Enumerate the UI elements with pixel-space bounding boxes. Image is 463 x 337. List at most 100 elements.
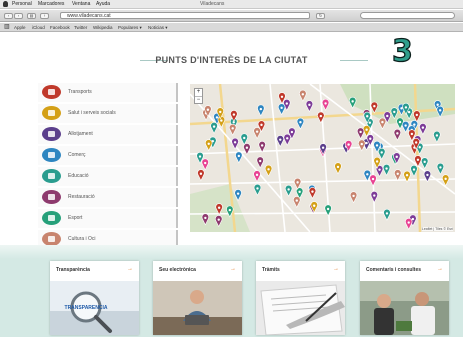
category-label: Restauració	[68, 194, 95, 200]
card-seu-electronica[interactable]: Seu electrònica →	[153, 261, 242, 335]
reload-button[interactable]: ↻	[316, 13, 325, 19]
category-esport[interactable]: Esport	[38, 209, 178, 228]
map-marker[interactable]	[229, 123, 237, 136]
map-marker[interactable]	[197, 169, 205, 182]
map-marker[interactable]	[441, 174, 450, 187]
arrow-right-icon: →	[230, 266, 236, 272]
map-marker[interactable]	[308, 187, 317, 200]
map-marker[interactable]	[257, 104, 265, 117]
card-tramits[interactable]: Tràmits →	[256, 261, 345, 335]
card-comentaris[interactable]: Comentaris i consultes →	[360, 261, 449, 335]
map-marker[interactable]	[284, 184, 293, 197]
map-marker[interactable]	[382, 164, 391, 177]
map-marker[interactable]	[235, 151, 243, 164]
bookmark-item[interactable]: Populares ▾	[118, 24, 142, 31]
card-image	[256, 281, 345, 335]
os-menubar: Personal Marcadores Ventana Ayuda Vilade…	[0, 0, 463, 9]
magnifier-illustration: TRANSPARENCIA	[50, 281, 139, 335]
map-marker[interactable]	[358, 139, 366, 152]
map-marker[interactable]	[253, 170, 261, 183]
apple-icon[interactable]	[3, 1, 8, 7]
map-canvas	[190, 84, 455, 232]
map-marker[interactable]	[378, 117, 387, 130]
card-title: Transparència	[56, 267, 90, 273]
map-marker[interactable]	[383, 208, 391, 221]
map-marker[interactable]	[276, 135, 284, 148]
map-marker[interactable]	[348, 96, 357, 109]
points-of-interest-map[interactable]: + − Leaflet | Tiles © Esri	[190, 84, 455, 232]
map-marker[interactable]	[205, 139, 213, 152]
map-marker[interactable]	[299, 89, 307, 102]
map-marker[interactable]	[433, 130, 441, 143]
card-image	[360, 281, 449, 335]
share-button[interactable]: ↑	[40, 13, 49, 19]
map-marker[interactable]	[370, 191, 378, 204]
office-meeting-illustration	[360, 281, 449, 335]
map-marker[interactable]	[334, 162, 342, 175]
card-title: Comentaris i consultes	[366, 267, 422, 273]
zoom-in-button[interactable]: +	[195, 89, 202, 96]
category-restauracio[interactable]: Restauració	[38, 188, 178, 207]
category-label: Transports	[68, 89, 92, 95]
map-marker[interactable]	[349, 191, 358, 204]
sport-icon	[42, 211, 61, 225]
map-marker[interactable]	[369, 174, 377, 187]
map-marker[interactable]	[378, 147, 386, 160]
map-marker[interactable]	[210, 122, 218, 135]
food-icon	[42, 190, 61, 204]
bookmark-item[interactable]: Twitter	[74, 24, 87, 31]
map-marker[interactable]	[419, 123, 427, 136]
bookmark-item[interactable]: iCloud	[32, 24, 45, 31]
map-marker[interactable]	[283, 133, 291, 146]
card-title: Seu electrònica	[159, 267, 196, 273]
map-marker[interactable]	[321, 98, 330, 111]
map-marker[interactable]	[243, 143, 251, 156]
address-bar[interactable]: www.viladecans.cat	[60, 12, 310, 19]
map-marker[interactable]	[405, 218, 413, 230]
school-icon	[42, 169, 61, 183]
back-button[interactable]: ‹	[4, 13, 13, 19]
map-marker[interactable]	[394, 169, 402, 182]
category-comerc[interactable]: Comerç	[38, 146, 178, 165]
category-label: Educació	[68, 173, 89, 179]
arrow-right-icon: →	[437, 266, 443, 272]
person-laptop-illustration	[153, 281, 242, 335]
map-marker[interactable]	[201, 158, 209, 171]
sidebar-button[interactable]: ▤	[27, 13, 36, 19]
search-field[interactable]	[360, 12, 455, 19]
bookmarks-icon[interactable]: ▥	[4, 24, 10, 31]
forward-button[interactable]: ›	[14, 13, 23, 19]
category-allotjament[interactable]: Allotjament	[38, 125, 178, 144]
category-salut[interactable]: Salut i serveis socials	[38, 104, 178, 123]
bookmarks-bar: ▥ Apple iCloud Facebook Twitter Wikipedi…	[0, 23, 463, 32]
menu-marcadores[interactable]: Marcadores	[38, 1, 64, 8]
map-marker[interactable]	[393, 128, 402, 141]
map-marker[interactable]	[421, 157, 429, 170]
map-marker[interactable]	[305, 100, 314, 113]
signing-document-illustration	[256, 281, 345, 335]
category-educacio[interactable]: Educació	[38, 167, 178, 186]
zoom-out-button[interactable]: −	[195, 96, 202, 103]
map-marker[interactable]	[293, 196, 301, 209]
map-marker[interactable]	[296, 117, 305, 130]
map-marker[interactable]	[356, 127, 365, 140]
menu-ventana[interactable]: Ventana	[72, 1, 90, 8]
map-marker[interactable]	[436, 162, 445, 175]
bookmark-item[interactable]: Facebook	[50, 24, 70, 31]
bookmark-item[interactable]: Noticias ▾	[148, 24, 168, 31]
map-marker[interactable]	[277, 103, 286, 116]
map-marker[interactable]	[324, 204, 332, 217]
map-marker[interactable]	[264, 164, 273, 177]
menu-ayuda[interactable]: Ayuda	[96, 1, 110, 8]
map-marker[interactable]	[253, 127, 261, 140]
category-transports[interactable]: Transports	[38, 83, 178, 102]
map-marker[interactable]	[256, 156, 264, 169]
map-marker[interactable]	[410, 165, 418, 178]
map-marker[interactable]	[240, 133, 248, 146]
menu-personal[interactable]: Personal	[12, 1, 32, 8]
map-marker[interactable]	[401, 121, 410, 133]
bookmark-item[interactable]: Apple	[14, 24, 26, 31]
card-transparencia[interactable]: Transparència → TRANSPARENCIA	[50, 261, 139, 335]
bookmark-item[interactable]: Wikipedia	[93, 24, 113, 31]
map-marker[interactable]	[253, 183, 262, 196]
